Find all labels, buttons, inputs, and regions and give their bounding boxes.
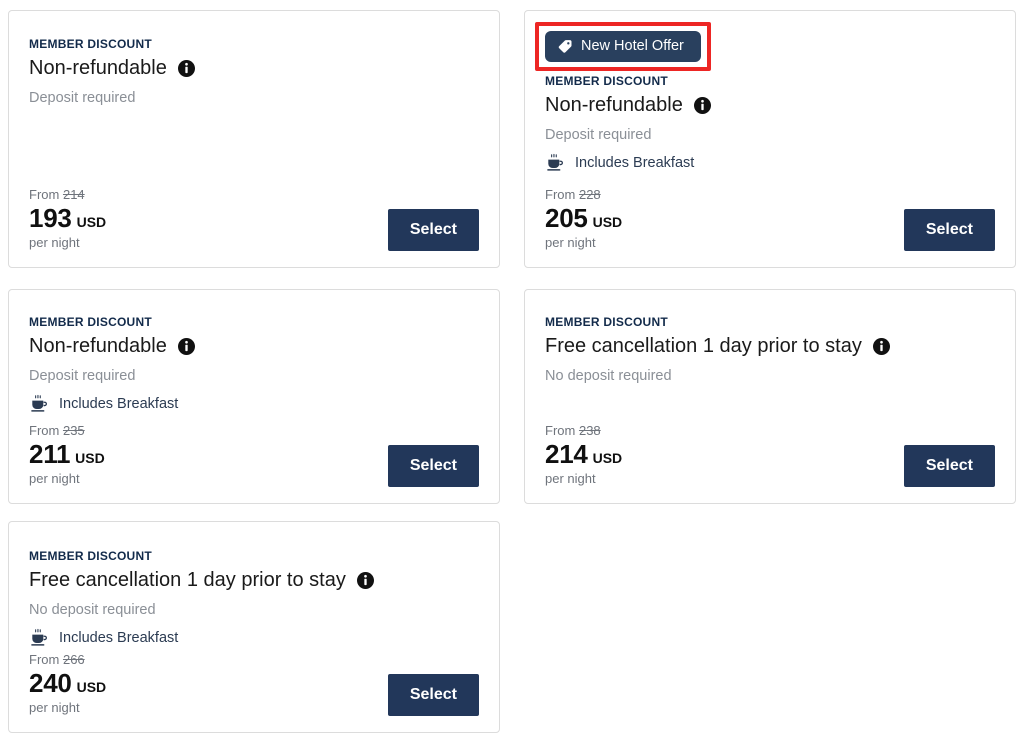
select-button[interactable]: Select bbox=[387, 209, 479, 251]
card-content: New Hotel Offer MEMBER DISCOUNT Non-refu… bbox=[525, 11, 1015, 267]
select-button[interactable]: Select bbox=[903, 445, 995, 487]
from-line: From 238 bbox=[545, 423, 622, 439]
price-currency: USD bbox=[592, 214, 623, 231]
from-line: From 214 bbox=[29, 187, 106, 203]
price-footer: From 228 205 USD per night Select bbox=[545, 187, 995, 251]
price-block: From 228 205 USD per night bbox=[545, 187, 623, 251]
rate-title: Free cancellation 1 day prior to stay bbox=[29, 568, 346, 591]
rate-title-row: Free cancellation 1 day prior to stay bbox=[29, 568, 479, 593]
deposit-note: Deposit required bbox=[29, 89, 136, 106]
amount-line: 214 USD bbox=[545, 439, 623, 470]
amount-line: 211 USD bbox=[29, 439, 105, 470]
rate-option-card[interactable]: MEMBER DISCOUNT Free cancellation 1 day … bbox=[524, 289, 1016, 504]
info-icon[interactable] bbox=[872, 337, 890, 355]
amenity-row: Includes Breakfast bbox=[29, 394, 479, 414]
select-button[interactable]: Select bbox=[387, 445, 479, 487]
rate-title: Non-refundable bbox=[29, 334, 167, 357]
new-hotel-offer-badge[interactable]: New Hotel Offer bbox=[545, 31, 701, 62]
info-icon[interactable] bbox=[356, 571, 374, 589]
per-night-label: per night bbox=[545, 471, 596, 487]
per-night-label: per night bbox=[29, 700, 80, 716]
old-price: 238 bbox=[578, 423, 601, 439]
price-amount: 214 bbox=[545, 439, 588, 470]
old-price: 235 bbox=[62, 423, 85, 439]
from-line: From 266 bbox=[29, 652, 106, 668]
price-amount: 193 bbox=[29, 203, 72, 234]
price-block: From 214 193 USD per night bbox=[29, 187, 107, 251]
member-discount-label: MEMBER DISCOUNT bbox=[29, 315, 152, 329]
rate-option-card[interactable]: MEMBER DISCOUNT Non-refundable Deposit r… bbox=[8, 10, 500, 268]
amenity-label: Includes Breakfast bbox=[59, 629, 179, 646]
old-price: 214 bbox=[62, 187, 85, 203]
rate-option-card[interactable]: MEMBER DISCOUNT Free cancellation 1 day … bbox=[8, 521, 500, 733]
rate-title-row: Non-refundable bbox=[545, 93, 995, 118]
select-button[interactable]: Select bbox=[387, 674, 479, 716]
info-icon[interactable] bbox=[693, 96, 711, 114]
price-footer: From 235 211 USD per night Select bbox=[29, 423, 479, 487]
from-label: From bbox=[29, 423, 60, 439]
old-price: 228 bbox=[578, 187, 601, 203]
rate-title-row: Free cancellation 1 day prior to stay bbox=[545, 334, 995, 359]
member-discount-label: MEMBER DISCOUNT bbox=[545, 315, 668, 329]
amenity-row: Includes Breakfast bbox=[545, 153, 995, 173]
info-icon[interactable] bbox=[177, 337, 195, 355]
price-footer: From 214 193 USD per night Select bbox=[29, 187, 479, 251]
price-currency: USD bbox=[76, 214, 107, 231]
from-label: From bbox=[29, 652, 60, 668]
price-footer: From 238 214 USD per night Select bbox=[545, 423, 995, 487]
card-content: MEMBER DISCOUNT Free cancellation 1 day … bbox=[9, 522, 499, 732]
rate-option-card[interactable]: New Hotel Offer MEMBER DISCOUNT Non-refu… bbox=[524, 10, 1016, 268]
member-discount-label: MEMBER DISCOUNT bbox=[29, 549, 152, 563]
deposit-note: No deposit required bbox=[29, 601, 156, 618]
from-label: From bbox=[545, 423, 576, 439]
rate-option-card[interactable]: MEMBER DISCOUNT Non-refundable Deposit r… bbox=[8, 289, 500, 504]
price-currency: USD bbox=[76, 679, 107, 696]
new-hotel-offer-badge-wrap: New Hotel Offer bbox=[535, 22, 711, 71]
per-night-label: per night bbox=[29, 471, 80, 487]
tag-icon bbox=[558, 39, 573, 54]
rate-title: Non-refundable bbox=[545, 93, 683, 116]
from-label: From bbox=[29, 187, 60, 203]
amount-line: 205 USD bbox=[545, 203, 623, 234]
card-content: MEMBER DISCOUNT Non-refundable Deposit r… bbox=[9, 290, 499, 503]
price-block: From 266 240 USD per night bbox=[29, 652, 107, 716]
amount-line: 240 USD bbox=[29, 668, 107, 699]
rate-title-row: Non-refundable bbox=[29, 56, 479, 81]
select-button[interactable]: Select bbox=[903, 209, 995, 251]
from-line: From 228 bbox=[545, 187, 622, 203]
coffee-cup-icon bbox=[29, 628, 49, 648]
price-amount: 211 bbox=[29, 439, 71, 470]
price-block: From 238 214 USD per night bbox=[545, 423, 623, 487]
price-footer: From 266 240 USD per night Select bbox=[29, 652, 479, 716]
from-line: From 235 bbox=[29, 423, 105, 439]
new-hotel-offer-label: New Hotel Offer bbox=[581, 38, 684, 55]
price-currency: USD bbox=[592, 450, 623, 467]
per-night-label: per night bbox=[29, 235, 80, 251]
price-amount: 205 bbox=[545, 203, 588, 234]
card-content: MEMBER DISCOUNT Free cancellation 1 day … bbox=[525, 290, 1015, 503]
card-content: MEMBER DISCOUNT Non-refundable Deposit r… bbox=[9, 11, 499, 267]
rate-options-grid: MEMBER DISCOUNT Non-refundable Deposit r… bbox=[0, 0, 1024, 733]
member-discount-label: MEMBER DISCOUNT bbox=[545, 74, 668, 88]
amenity-label: Includes Breakfast bbox=[59, 395, 179, 412]
price-currency: USD bbox=[75, 450, 105, 467]
deposit-note: Deposit required bbox=[29, 367, 136, 384]
old-price: 266 bbox=[62, 652, 85, 668]
rate-title: Free cancellation 1 day prior to stay bbox=[545, 334, 862, 357]
coffee-cup-icon bbox=[545, 153, 565, 173]
amenity-label: Includes Breakfast bbox=[575, 154, 695, 171]
per-night-label: per night bbox=[545, 235, 596, 251]
member-discount-label: MEMBER DISCOUNT bbox=[29, 37, 152, 51]
price-amount: 240 bbox=[29, 668, 72, 699]
amenity-row: Includes Breakfast bbox=[29, 628, 479, 648]
amount-line: 193 USD bbox=[29, 203, 107, 234]
coffee-cup-icon bbox=[29, 394, 49, 414]
from-label: From bbox=[545, 187, 576, 203]
info-icon[interactable] bbox=[177, 59, 195, 77]
deposit-note: No deposit required bbox=[545, 367, 672, 384]
deposit-note: Deposit required bbox=[545, 126, 652, 143]
price-block: From 235 211 USD per night bbox=[29, 423, 105, 487]
rate-title-row: Non-refundable bbox=[29, 334, 479, 359]
rate-title: Non-refundable bbox=[29, 56, 167, 79]
